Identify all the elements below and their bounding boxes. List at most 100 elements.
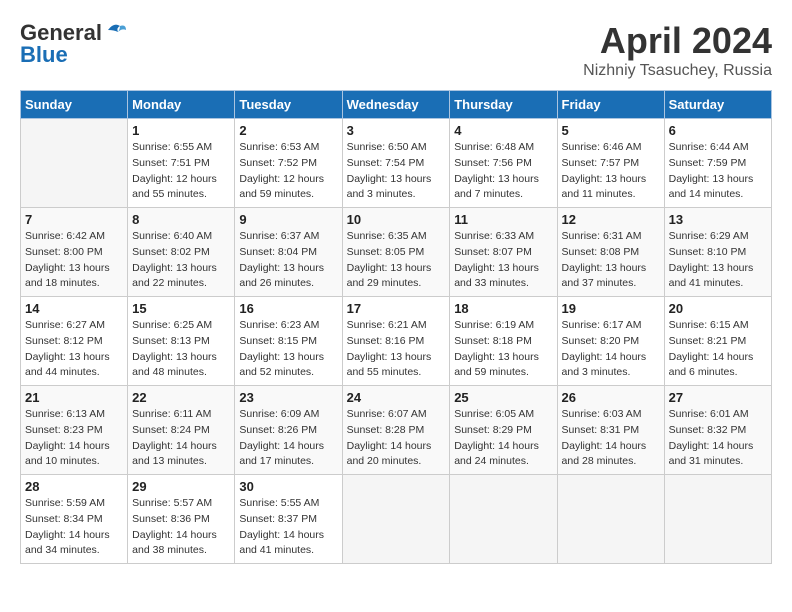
day-number: 20: [669, 301, 767, 316]
day-info: Sunrise: 6:29 AMSunset: 8:10 PMDaylight:…: [669, 229, 767, 292]
calendar-cell: 1 Sunrise: 6:55 AMSunset: 7:51 PMDaylight…: [128, 119, 235, 208]
calendar-day-header: Saturday: [664, 91, 771, 119]
day-info: Sunrise: 6:46 AMSunset: 7:57 PMDaylight:…: [562, 140, 660, 203]
calendar-cell: 19Sunrise: 6:17 AMSunset: 8:20 PMDayligh…: [557, 297, 664, 386]
day-number: 8: [132, 212, 230, 227]
calendar-cell: 27Sunrise: 6:01 AMSunset: 8:32 PMDayligh…: [664, 386, 771, 475]
day-info: Sunrise: 6:31 AMSunset: 8:08 PMDaylight:…: [562, 229, 660, 292]
calendar-day-header: Tuesday: [235, 91, 342, 119]
day-info: Sunrise: 6:48 AMSunset: 7:56 PMDaylight:…: [454, 140, 552, 203]
calendar-cell: 2Sunrise: 6:53 AMSunset: 7:52 PMDaylight…: [235, 119, 342, 208]
calendar-cell: 15 Sunrise: 6:25 AMSunset: 8:13 PMDayligh…: [128, 297, 235, 386]
calendar-week-row: 7Sunrise: 6:42 AMSunset: 8:00 PMDaylight…: [21, 208, 772, 297]
logo-bird-icon: [106, 22, 128, 40]
calendar-cell: 12 Sunrise: 6:31 AMSunset: 8:08 PMDayligh…: [557, 208, 664, 297]
day-info: Sunrise: 5:59 AMSunset: 8:34 PMDaylight:…: [25, 496, 123, 559]
day-info: Sunrise: 6:37 AMSunset: 8:04 PMDaylight:…: [239, 229, 337, 292]
day-info: Sunrise: 6:55 AMSunset: 7:51 PMDaylight:…: [132, 140, 230, 203]
day-number: 23: [239, 390, 337, 405]
day-info: Sunrise: 6:33 AMSunset: 8:07 PMDaylight:…: [454, 229, 552, 292]
calendar-cell: 28 Sunrise: 5:59 AMSunset: 8:34 PMDayligh…: [21, 475, 128, 564]
day-info: Sunrise: 6:07 AMSunset: 8:28 PMDaylight:…: [347, 407, 446, 470]
day-info: Sunrise: 6:50 AMSunset: 7:54 PMDaylight:…: [347, 140, 446, 203]
page-header: General Blue April 2024 Nizhniy Tsasuche…: [20, 20, 772, 80]
title-area: April 2024 Nizhniy Tsasuchey, Russia: [583, 20, 772, 80]
calendar-cell: 3Sunrise: 6:50 AMSunset: 7:54 PMDaylight…: [342, 119, 450, 208]
page-title: April 2024: [583, 20, 772, 62]
day-info: Sunrise: 6:40 AMSunset: 8:02 PMDaylight:…: [132, 229, 230, 292]
calendar-cell: 18 Sunrise: 6:19 AMSunset: 8:18 PMDayligh…: [450, 297, 557, 386]
calendar-cell: [21, 119, 128, 208]
calendar-cell: [450, 475, 557, 564]
day-number: 10: [347, 212, 446, 227]
day-info: Sunrise: 6:25 AMSunset: 8:13 PMDaylight:…: [132, 318, 230, 381]
calendar-cell: 5 Sunrise: 6:46 AMSunset: 7:57 PMDaylight…: [557, 119, 664, 208]
calendar-week-row: 1 Sunrise: 6:55 AMSunset: 7:51 PMDaylight…: [21, 119, 772, 208]
day-info: Sunrise: 5:57 AMSunset: 8:36 PMDaylight:…: [132, 496, 230, 559]
calendar-cell: 29Sunrise: 5:57 AMSunset: 8:36 PMDayligh…: [128, 475, 235, 564]
calendar-cell: [342, 475, 450, 564]
day-info: Sunrise: 6:11 AMSunset: 8:24 PMDaylight:…: [132, 407, 230, 470]
page-subtitle: Nizhniy Tsasuchey, Russia: [583, 62, 772, 80]
day-number: 21: [25, 390, 123, 405]
day-number: 11: [454, 212, 552, 227]
day-number: 9: [239, 212, 337, 227]
calendar-cell: 26 Sunrise: 6:03 AMSunset: 8:31 PMDayligh…: [557, 386, 664, 475]
calendar-cell: 11 Sunrise: 6:33 AMSunset: 8:07 PMDayligh…: [450, 208, 557, 297]
day-number: 6: [669, 123, 767, 138]
calendar-cell: 10 Sunrise: 6:35 AMSunset: 8:05 PMDayligh…: [342, 208, 450, 297]
day-info: Sunrise: 6:27 AMSunset: 8:12 PMDaylight:…: [25, 318, 123, 381]
day-number: 17: [347, 301, 446, 316]
logo-blue-text: Blue: [20, 42, 68, 68]
calendar-week-row: 14 Sunrise: 6:27 AMSunset: 8:12 PMDayligh…: [21, 297, 772, 386]
day-info: Sunrise: 6:03 AMSunset: 8:31 PMDaylight:…: [562, 407, 660, 470]
day-info: Sunrise: 6:19 AMSunset: 8:18 PMDaylight:…: [454, 318, 552, 381]
day-number: 19: [562, 301, 660, 316]
day-number: 22: [132, 390, 230, 405]
calendar-cell: 22 Sunrise: 6:11 AMSunset: 8:24 PMDayligh…: [128, 386, 235, 475]
calendar-cell: 23 Sunrise: 6:09 AMSunset: 8:26 PMDayligh…: [235, 386, 342, 475]
calendar-cell: 24 Sunrise: 6:07 AMSunset: 8:28 PMDayligh…: [342, 386, 450, 475]
day-number: 18: [454, 301, 552, 316]
calendar-cell: 13Sunrise: 6:29 AMSunset: 8:10 PMDayligh…: [664, 208, 771, 297]
calendar-cell: 16 Sunrise: 6:23 AMSunset: 8:15 PMDayligh…: [235, 297, 342, 386]
day-number: 12: [562, 212, 660, 227]
day-number: 25: [454, 390, 552, 405]
day-number: 7: [25, 212, 123, 227]
day-info: Sunrise: 6:23 AMSunset: 8:15 PMDaylight:…: [239, 318, 337, 381]
day-info: Sunrise: 6:44 AMSunset: 7:59 PMDaylight:…: [669, 140, 767, 203]
day-number: 15: [132, 301, 230, 316]
day-number: 5: [562, 123, 660, 138]
day-info: Sunrise: 6:35 AMSunset: 8:05 PMDaylight:…: [347, 229, 446, 292]
day-number: 1: [132, 123, 230, 138]
day-info: Sunrise: 6:09 AMSunset: 8:26 PMDaylight:…: [239, 407, 337, 470]
day-number: 30: [239, 479, 337, 494]
calendar-cell: 21Sunrise: 6:13 AMSunset: 8:23 PMDayligh…: [21, 386, 128, 475]
calendar-cell: 7Sunrise: 6:42 AMSunset: 8:00 PMDaylight…: [21, 208, 128, 297]
day-info: Sunrise: 5:55 AMSunset: 8:37 PMDaylight:…: [239, 496, 337, 559]
calendar-week-row: 21Sunrise: 6:13 AMSunset: 8:23 PMDayligh…: [21, 386, 772, 475]
day-number: 28: [25, 479, 123, 494]
calendar-day-header: Thursday: [450, 91, 557, 119]
day-number: 24: [347, 390, 446, 405]
calendar-cell: 30 Sunrise: 5:55 AMSunset: 8:37 PMDayligh…: [235, 475, 342, 564]
day-number: 16: [239, 301, 337, 316]
calendar-day-header: Sunday: [21, 91, 128, 119]
calendar-cell: 14 Sunrise: 6:27 AMSunset: 8:12 PMDayligh…: [21, 297, 128, 386]
calendar-header-row: SundayMondayTuesdayWednesdayThursdayFrid…: [21, 91, 772, 119]
day-info: Sunrise: 6:01 AMSunset: 8:32 PMDaylight:…: [669, 407, 767, 470]
calendar-day-header: Wednesday: [342, 91, 450, 119]
calendar-day-header: Friday: [557, 91, 664, 119]
day-info: Sunrise: 6:05 AMSunset: 8:29 PMDaylight:…: [454, 407, 552, 470]
day-number: 14: [25, 301, 123, 316]
day-info: Sunrise: 6:15 AMSunset: 8:21 PMDaylight:…: [669, 318, 767, 381]
calendar-cell: 6 Sunrise: 6:44 AMSunset: 7:59 PMDaylight…: [664, 119, 771, 208]
calendar-cell: 20 Sunrise: 6:15 AMSunset: 8:21 PMDayligh…: [664, 297, 771, 386]
calendar-cell: 8 Sunrise: 6:40 AMSunset: 8:02 PMDaylight…: [128, 208, 235, 297]
calendar-cell: 25 Sunrise: 6:05 AMSunset: 8:29 PMDayligh…: [450, 386, 557, 475]
day-number: 2: [239, 123, 337, 138]
calendar-cell: 17Sunrise: 6:21 AMSunset: 8:16 PMDayligh…: [342, 297, 450, 386]
calendar-week-row: 28 Sunrise: 5:59 AMSunset: 8:34 PMDayligh…: [21, 475, 772, 564]
day-number: 26: [562, 390, 660, 405]
calendar-day-header: Monday: [128, 91, 235, 119]
